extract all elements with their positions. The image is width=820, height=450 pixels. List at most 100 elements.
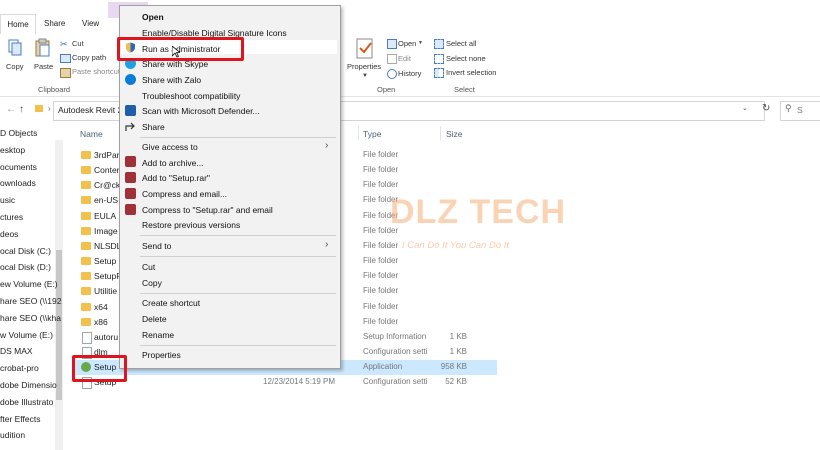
back-arrow-icon[interactable]: ← — [6, 104, 16, 115]
history-button[interactable]: History — [398, 69, 421, 78]
nav-item[interactable]: ownloads — [0, 178, 36, 188]
file-type: File folder — [363, 240, 399, 250]
nav-item[interactable]: ocuments — [0, 162, 37, 172]
menu-item-give-access[interactable]: Give access to — [142, 142, 198, 152]
table-row[interactable]: Setup 12/23/2014 5:19 PM Configuration set… — [72, 375, 497, 390]
chevron-down-icon[interactable]: ▼ — [418, 40, 423, 46]
edit-button[interactable]: Edit — [398, 54, 411, 63]
select-all-icon[interactable] — [434, 39, 444, 49]
column-divider[interactable] — [440, 126, 441, 140]
folder-icon — [81, 181, 91, 190]
nav-item[interactable]: esktop — [0, 145, 25, 155]
folder-icon — [35, 105, 43, 112]
menu-item-compress-setup-email[interactable]: Compress to "Setup.rar" and email — [142, 205, 273, 215]
nav-item[interactable]: w Volume (E:) — [0, 330, 53, 340]
nav-item[interactable]: D Objects — [0, 128, 37, 138]
chevron-down-icon[interactable]: ⌄ — [742, 104, 748, 112]
history-icon[interactable] — [387, 69, 397, 79]
nav-item[interactable]: ocal Disk (D:) — [0, 262, 51, 272]
tab-home[interactable]: Home — [0, 14, 36, 35]
search-icon: ⚲ — [785, 103, 792, 113]
menu-item-share-zalo[interactable]: Share with Zalo — [142, 75, 201, 85]
open-dropdown-button[interactable]: Open — [398, 39, 416, 48]
file-size: 52 KB — [445, 377, 467, 387]
menu-item-open[interactable]: Open — [142, 12, 164, 22]
folder-icon — [81, 257, 91, 266]
menu-item-restore-versions[interactable]: Restore previous versions — [142, 220, 240, 230]
paste-shortcut-icon[interactable] — [60, 68, 71, 78]
paste-shortcut-button[interactable]: Paste shortcut — [72, 67, 120, 76]
nav-item[interactable]: udition — [0, 430, 25, 440]
column-divider[interactable] — [358, 126, 359, 140]
menu-item-send-to[interactable]: Send to — [142, 241, 171, 251]
chevron-down-icon[interactable]: ▼ — [362, 73, 368, 79]
search-placeholder[interactable]: S — [797, 105, 803, 115]
column-header-size[interactable]: Size — [446, 129, 463, 139]
copy-button[interactable]: Copy — [6, 62, 24, 71]
zalo-icon — [125, 74, 136, 85]
refresh-icon[interactable]: ↻ — [762, 103, 770, 114]
folder-icon — [81, 272, 91, 281]
menu-item-defender[interactable]: Scan with Microsoft Defender... — [142, 106, 260, 116]
file-name: en-US — [94, 195, 119, 206]
nav-item[interactable]: deos — [0, 229, 18, 239]
column-header-type[interactable]: Type — [363, 129, 381, 139]
file-type: Configuration setti — [363, 377, 428, 387]
address-path[interactable]: Autodesk Revit 2 — [58, 105, 122, 115]
menu-item-delete[interactable]: Delete — [142, 314, 167, 324]
chevron-right-icon: › — [325, 140, 329, 151]
file-name: Setup — [94, 256, 117, 267]
menu-item-properties[interactable]: Properties — [142, 350, 181, 360]
open-group-label: Open — [377, 85, 396, 94]
select-none-icon[interactable] — [434, 54, 444, 64]
nav-item[interactable]: hare SEO (\\192 — [0, 296, 61, 306]
tab-share[interactable]: Share — [44, 19, 65, 28]
properties-button[interactable]: Properties — [347, 62, 381, 71]
folder-icon — [81, 302, 91, 311]
column-header-name[interactable]: Name — [80, 129, 103, 139]
copy-icon[interactable] — [7, 38, 23, 58]
invert-selection-button[interactable]: Invert selection — [446, 68, 496, 77]
file-date: 12/23/2014 5:19 PM — [263, 377, 336, 387]
nav-item[interactable]: ctures — [0, 212, 23, 222]
nav-scrollbar-thumb[interactable] — [56, 250, 62, 400]
open-icon[interactable] — [387, 39, 397, 49]
copy-path-button[interactable]: Copy path — [72, 53, 106, 62]
menu-separator — [140, 293, 336, 294]
nav-item[interactable]: ocal Disk (C:) — [0, 246, 51, 256]
nav-item[interactable]: fter Effects — [0, 414, 40, 424]
menu-item-rename[interactable]: Rename — [142, 330, 174, 340]
edit-icon[interactable] — [387, 54, 397, 64]
file-size: 1 KB — [449, 346, 467, 356]
cut-button[interactable]: Cut — [72, 39, 84, 48]
invert-selection-icon[interactable] — [434, 68, 444, 78]
nav-item[interactable]: ew Volume (E:) — [0, 279, 58, 289]
menu-item-compress-email[interactable]: Compress and email... — [142, 189, 227, 199]
nav-item[interactable]: usic — [0, 195, 15, 205]
menu-item-add-archive[interactable]: Add to archive... — [142, 158, 203, 168]
tab-view[interactable]: View — [82, 19, 99, 28]
nav-item[interactable]: crobat-pro — [0, 363, 39, 373]
paste-icon[interactable] — [35, 38, 51, 58]
select-none-button[interactable]: Select none — [446, 54, 486, 63]
copy-path-icon[interactable] — [60, 54, 71, 63]
menu-item-create-shortcut[interactable]: Create shortcut — [142, 298, 200, 308]
up-arrow-icon[interactable]: ↑ — [19, 104, 24, 115]
file-type: File folder — [363, 271, 399, 281]
chevron-right-icon[interactable]: › — [48, 104, 51, 113]
menu-item-add-setup-rar[interactable]: Add to "Setup.rar" — [142, 173, 210, 183]
file-name: Cr@ck — [94, 180, 121, 191]
nav-item[interactable]: DS MAX — [0, 346, 33, 356]
properties-icon[interactable] — [355, 38, 375, 60]
nav-item[interactable]: dobe Illustrato — [0, 397, 53, 407]
menu-item-cut[interactable]: Cut — [142, 262, 155, 272]
paste-button[interactable]: Paste — [34, 62, 53, 71]
menu-item-troubleshoot[interactable]: Troubleshoot compatibility — [142, 91, 240, 101]
menu-item-copy[interactable]: Copy — [142, 278, 162, 288]
nav-item[interactable]: dobe Dimensio — [0, 380, 57, 390]
menu-item-share[interactable]: Share — [142, 122, 165, 132]
select-all-button[interactable]: Select all — [446, 39, 476, 48]
menu-separator — [140, 235, 336, 236]
nav-item[interactable]: hare SEO (\\kha — [0, 313, 61, 323]
scissors-icon[interactable]: ✂ — [60, 39, 68, 50]
